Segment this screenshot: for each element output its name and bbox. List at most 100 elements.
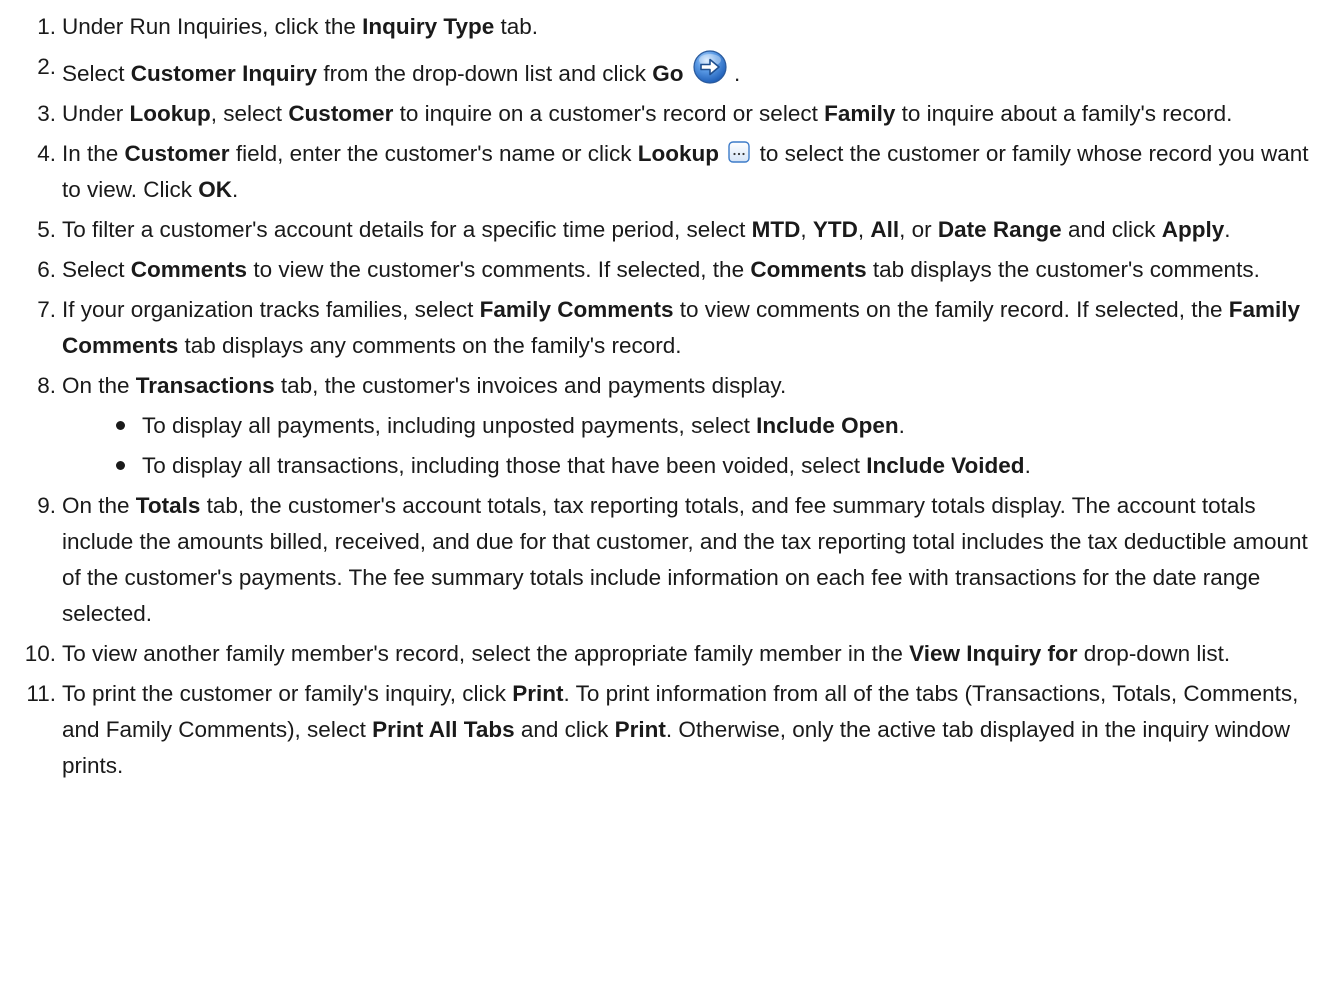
- text-run: .: [1224, 217, 1231, 242]
- step-number: 2.: [37, 54, 56, 79]
- text-run: Under: [62, 101, 130, 126]
- text-run: to inquire on a customer's record or sel…: [393, 101, 825, 126]
- step-text: On the Transactions tab, the customer's …: [62, 373, 786, 398]
- step-number: 9.: [37, 493, 56, 518]
- bold-term: Print All Tabs: [372, 717, 515, 742]
- bold-term: Transactions: [135, 373, 275, 398]
- step-number: 1.: [37, 14, 56, 39]
- bold-term: Family Comments: [479, 297, 674, 322]
- step-item: 2. Select Customer Inquiry from the drop-…: [0, 49, 1323, 92]
- bold-term: Lookup: [129, 101, 211, 126]
- bold-term: Include Voided: [866, 453, 1025, 478]
- sub-list: To display all payments, including unpos…: [62, 408, 1323, 484]
- text-run: , or: [899, 217, 938, 242]
- text-run: On the: [62, 493, 136, 518]
- text-run: and click: [1061, 217, 1162, 242]
- step-number: 4.: [37, 141, 56, 166]
- text-run: If your organization tracks families, se…: [62, 297, 480, 322]
- go-arrow-icon: [693, 50, 727, 84]
- text-run: To view another family member's record, …: [62, 641, 910, 666]
- procedure-steps: 1. Under Run Inquiries, click the Inquiry…: [0, 0, 1323, 784]
- bold-term: Family: [824, 101, 896, 126]
- bullet-icon: [116, 461, 125, 470]
- text-run: tab, the customer's account totals, tax …: [62, 493, 1308, 626]
- text-run: Select: [62, 61, 131, 86]
- step-text: Select Comments to view the customer's c…: [62, 257, 1260, 282]
- text-run: to view comments on the family record. I…: [673, 297, 1229, 322]
- text-run: .: [1024, 453, 1031, 478]
- bold-term: Customer: [288, 101, 394, 126]
- text-run: from the drop-down list and click: [317, 61, 653, 86]
- bold-term: OK: [198, 177, 233, 202]
- lookup-ellipsis-icon: [728, 141, 750, 163]
- step-item: 1. Under Run Inquiries, click the Inquiry…: [0, 9, 1323, 45]
- text-run: On the: [62, 373, 136, 398]
- step-text: If your organization tracks families, se…: [62, 297, 1300, 358]
- step-number: 6.: [37, 257, 56, 282]
- bold-term: YTD: [812, 217, 858, 242]
- step-item: 3. Under Lookup, select Customer to inqui…: [0, 96, 1323, 132]
- step-item: 7. If your organization tracks families, …: [0, 292, 1323, 364]
- step-text: To filter a customer's account details f…: [62, 217, 1231, 242]
- bold-term: MTD: [751, 217, 801, 242]
- text-run: .: [734, 61, 741, 86]
- step-number: 11.: [26, 681, 56, 706]
- step-text: Select Customer Inquiry from the drop-do…: [62, 50, 741, 86]
- step-item: 4. In the Customer field, enter the custo…: [0, 136, 1323, 208]
- step-number: 10.: [24, 641, 56, 666]
- bold-term: Go: [652, 61, 684, 86]
- text-run: To filter a customer's account details f…: [62, 217, 752, 242]
- text-run: .: [898, 413, 905, 438]
- text-run: drop-down list.: [1077, 641, 1231, 666]
- bold-term: Customer Inquiry: [130, 61, 318, 86]
- bold-term: All: [870, 217, 900, 242]
- bold-term: Totals: [135, 493, 201, 518]
- text-run: ,: [800, 217, 813, 242]
- text-run: In the: [62, 141, 125, 166]
- step-item: 5. To filter a customer's account details…: [0, 212, 1323, 248]
- text-run: tab, the customer's invoices and payment…: [274, 373, 787, 398]
- text-run: to inquire about a family's record.: [895, 101, 1233, 126]
- step-item: 10. To view another family member's recor…: [0, 636, 1323, 672]
- text-run: .: [232, 177, 239, 202]
- text-run: , select: [210, 101, 289, 126]
- step-number: 5.: [37, 217, 56, 242]
- step-item: 11. To print the customer or family's inq…: [0, 676, 1323, 784]
- step-text: To print the customer or family's inquir…: [62, 681, 1298, 778]
- step-text: Under Run Inquiries, click the Inquiry T…: [62, 14, 538, 39]
- bold-term: Include Open: [756, 413, 899, 438]
- sub-list-item: To display all transactions, including t…: [62, 448, 1323, 484]
- sub-list-item: To display all payments, including unpos…: [62, 408, 1323, 444]
- step-item: 8. On the Transactions tab, the customer'…: [0, 368, 1323, 484]
- text-run: Under Run Inquiries, click the: [62, 14, 363, 39]
- text-run: To display all payments, including unpos…: [142, 413, 757, 438]
- text-run: ,: [857, 217, 871, 242]
- text-run: to view the customer's comments. If sele…: [247, 257, 751, 282]
- bold-term: Comments: [130, 257, 248, 282]
- step-item: 6. Select Comments to view the customer's…: [0, 252, 1323, 288]
- text-run: tab displays any comments on the family'…: [178, 333, 682, 358]
- bold-term: Print: [512, 681, 564, 706]
- text-run: To display all transactions, including t…: [142, 453, 867, 478]
- text-run: tab.: [494, 14, 539, 39]
- step-number: 7.: [37, 297, 56, 322]
- bold-term: Customer: [124, 141, 230, 166]
- text-run: tab displays the customer's comments.: [866, 257, 1260, 282]
- bold-term: Date Range: [937, 217, 1062, 242]
- text-run: Select: [62, 257, 131, 282]
- text-run: and click: [514, 717, 615, 742]
- bold-term: Lookup: [637, 141, 720, 166]
- text-run: To print the customer or family's inquir…: [62, 681, 513, 706]
- bullet-icon: [116, 421, 125, 430]
- bold-term: View Inquiry for: [909, 641, 1078, 666]
- step-text: In the Customer field, enter the custome…: [62, 141, 1309, 202]
- step-text: To view another family member's record, …: [62, 641, 1230, 666]
- step-number: 8.: [37, 373, 56, 398]
- bold-term: Comments: [750, 257, 867, 282]
- bold-term: Apply: [1161, 217, 1225, 242]
- step-number: 3.: [37, 101, 56, 126]
- step-text: Under Lookup, select Customer to inquire…: [62, 101, 1232, 126]
- step-item: 9. On the Totals tab, the customer's acco…: [0, 488, 1323, 632]
- step-text: On the Totals tab, the customer's accoun…: [62, 493, 1308, 626]
- text-run: field, enter the customer's name or clic…: [229, 141, 638, 166]
